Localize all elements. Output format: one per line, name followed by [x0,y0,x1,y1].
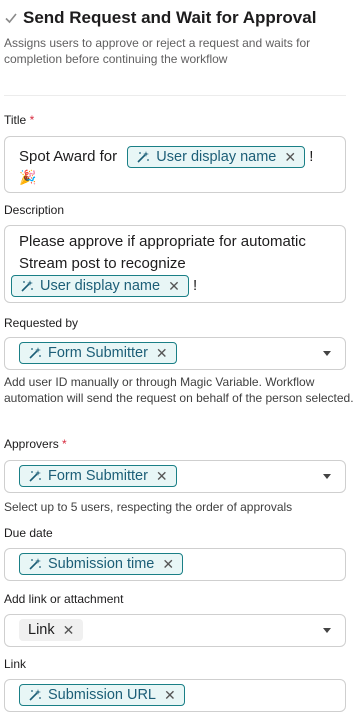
magic-variable-chip[interactable]: Form Submitter ✕ [19,342,177,364]
magic-wand-icon [21,280,33,292]
description-line-1: Please approve if appropriate for automa… [19,233,306,250]
magic-variable-chip[interactable]: User display name ✕ [127,146,306,168]
step-title-row: Send Request and Wait for Approval [4,8,356,28]
title-field[interactable]: Spot Award for User display name ✕ ! 🎉 [4,136,346,193]
magic-variable-chip[interactable]: Form Submitter ✕ [19,465,177,487]
magic-wand-icon [29,470,41,482]
magic-variable-chip[interactable]: Submission time ✕ [19,553,184,575]
close-icon[interactable]: ✕ [168,275,180,297]
link-chip[interactable]: Link ✕ [19,619,84,641]
close-icon[interactable]: ✕ [156,468,168,485]
chip-label: Submission URL [48,687,156,703]
magic-variable-chip[interactable]: Submission URL ✕ [19,684,185,706]
description-text-suffix: ! [192,277,198,294]
chevron-down-icon[interactable] [323,473,331,479]
description-field-label: Description [4,203,65,217]
step-header: Send Request and Wait for Approval Assig… [4,8,356,67]
chevron-down-icon[interactable] [323,350,331,356]
description-field[interactable]: Please approve if appropriate for automa… [4,225,346,303]
title-label-text: Title [4,113,27,127]
chip-label: User display name [40,278,161,295]
close-icon[interactable]: ✕ [164,687,176,704]
title-field-label: Title * [4,113,34,127]
step-description: Assigns users to approve or reject a req… [4,36,311,66]
link-label: Link [4,657,27,671]
link-field[interactable]: Submission URL ✕ [4,679,346,712]
close-icon[interactable]: ✕ [156,345,168,362]
approvers-select[interactable]: Form Submitter ✕ [4,460,346,493]
party-popper-emoji: 🎉 [19,169,37,185]
description-line-2: Stream post to recognize [19,255,186,272]
chevron-down-icon[interactable] [323,627,331,633]
requested-by-help: Add user ID manually or through Magic Va… [4,375,354,405]
close-icon[interactable]: ✕ [162,556,174,573]
close-icon[interactable]: ✕ [63,622,75,639]
title-text-prefix: Spot Award for [19,147,118,165]
step-title: Send Request and Wait for Approval [23,8,317,27]
close-icon[interactable]: ✕ [284,149,296,166]
link-or-attachment-label: Add link or attachment [4,592,124,606]
checkmark-icon [5,13,17,24]
required-marker: * [62,437,67,451]
title-text-suffix: ! [309,147,314,165]
approvers-help: Select up to 5 users, respecting the ord… [4,500,293,514]
required-marker: * [29,113,35,127]
magic-wand-icon [29,689,41,701]
approvers-label-text: Approvers [4,437,59,451]
magic-wand-icon [137,151,150,163]
approvers-label: Approvers * [4,437,67,451]
requested-by-select[interactable]: Form Submitter ✕ [4,337,346,370]
chip-label: Submission time [48,556,155,572]
due-date-label: Due date [4,526,53,540]
requested-by-label: Requested by [4,316,79,330]
chip-label: Form Submitter [48,468,148,484]
divider [4,95,346,96]
chip-label: Link [28,622,55,638]
magic-wand-icon [29,558,41,570]
magic-variable-chip[interactable]: User display name ✕ [11,275,189,298]
due-date-field[interactable]: Submission time ✕ [4,548,346,581]
magic-wand-icon [29,347,41,359]
link-or-attachment-select[interactable]: Link ✕ [4,614,346,647]
chip-label: User display name [156,149,277,165]
chip-label: Form Submitter [48,345,148,361]
